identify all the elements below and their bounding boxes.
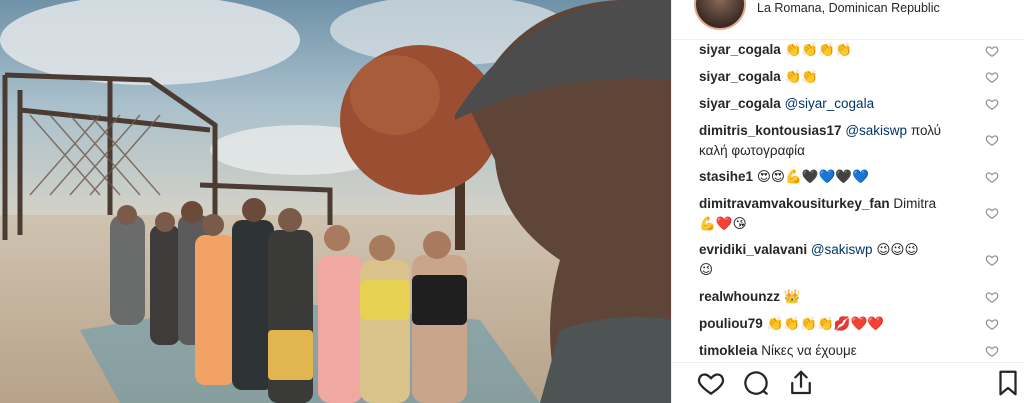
action-bar [672,362,1024,403]
comment-username[interactable]: timokleia [699,343,758,358]
heart-icon[interactable] [696,368,726,398]
post-photo [0,0,671,403]
comment-username[interactable]: dimitravamvakousiturkey_fan [699,196,890,211]
photo-illustration [0,0,671,403]
comment-username[interactable]: siyar_cogala [699,42,781,57]
comment-username[interactable]: siyar_cogala [699,69,781,84]
comment-emoji: 💪❤️😘 [699,216,747,232]
comment-emoji-line2: 😉 [699,262,714,278]
list-item: timokleia Νίκες να έχουμε [699,341,1004,361]
avatar[interactable] [694,0,746,30]
comment-text-line2: καλή φωτογραφία [699,143,805,158]
comment-icon[interactable] [741,368,771,398]
comment-emoji: 👑 [783,289,801,305]
heart-outline-icon[interactable] [985,97,999,111]
heart-outline-icon[interactable] [985,133,999,147]
comment-text: πολύ [910,123,942,138]
comment-emoji: 😍😍💪🖤💙🖤💙 [756,169,870,185]
comment-emoji: 👏👏 [784,69,819,85]
comment-emoji: 😉😉😉 [876,242,919,258]
comment-mention[interactable]: @sakiswp [811,242,873,257]
comment-text: Dimitra [893,196,937,211]
heart-outline-icon[interactable] [985,170,999,184]
heart-outline-icon[interactable] [985,344,999,358]
heart-outline-icon[interactable] [985,317,999,331]
location-link[interactable]: La Romana, Dominican Republic [757,1,940,15]
comment-text: Νίκες να έχουμε [761,343,857,358]
comment-mention[interactable]: @sakiswp [845,123,907,138]
comments-list: siyar_cogala 👏👏👏👏 siyar_cogala 👏👏 siyar_… [672,40,1024,362]
comments-panel: La Romana, Dominican Republic siyar_coga… [671,0,1024,403]
list-item: dimitris_kontousias17 @sakiswp πολύ καλή… [699,121,1004,161]
share-icon[interactable] [786,368,816,398]
bookmark-icon[interactable] [993,368,1019,398]
heart-outline-icon[interactable] [985,290,999,304]
comment-emoji: 👏👏👏👏 [784,42,852,58]
comment-username[interactable]: stasihe1 [699,169,753,184]
list-item: pouliou79 👏👏👏👏💋❤️❤️ [699,314,1004,334]
list-item: siyar_cogala @siyar_cogala [699,94,1004,114]
comment-username[interactable]: siyar_cogala [699,96,781,111]
heart-outline-icon[interactable] [985,253,999,267]
comment-mention[interactable]: @siyar_cogala [785,96,875,111]
comment-username[interactable]: realwhounzz [699,289,780,304]
list-item: siyar_cogala 👏👏 [699,67,1004,87]
heart-outline-icon[interactable] [985,70,999,84]
post-header: La Romana, Dominican Republic [672,0,1024,40]
list-item: realwhounzz 👑 [699,287,1004,307]
list-item: evridiki_valavani @sakiswp 😉😉😉 😉 [699,240,1004,280]
list-item: siyar_cogala 👏👏👏👏 [699,40,1004,60]
comment-username[interactable]: evridiki_valavani [699,242,807,257]
comment-username[interactable]: dimitris_kontousias17 [699,123,842,138]
heart-outline-icon[interactable] [985,206,999,220]
list-item: stasihe1 😍😍💪🖤💙🖤💙 [699,167,1004,187]
comment-emoji: 👏👏👏👏💋❤️❤️ [766,316,885,332]
heart-outline-icon[interactable] [985,44,999,58]
comment-username[interactable]: pouliou79 [699,316,763,331]
list-item: dimitravamvakousiturkey_fan Dimitra 💪❤️😘 [699,194,1004,234]
